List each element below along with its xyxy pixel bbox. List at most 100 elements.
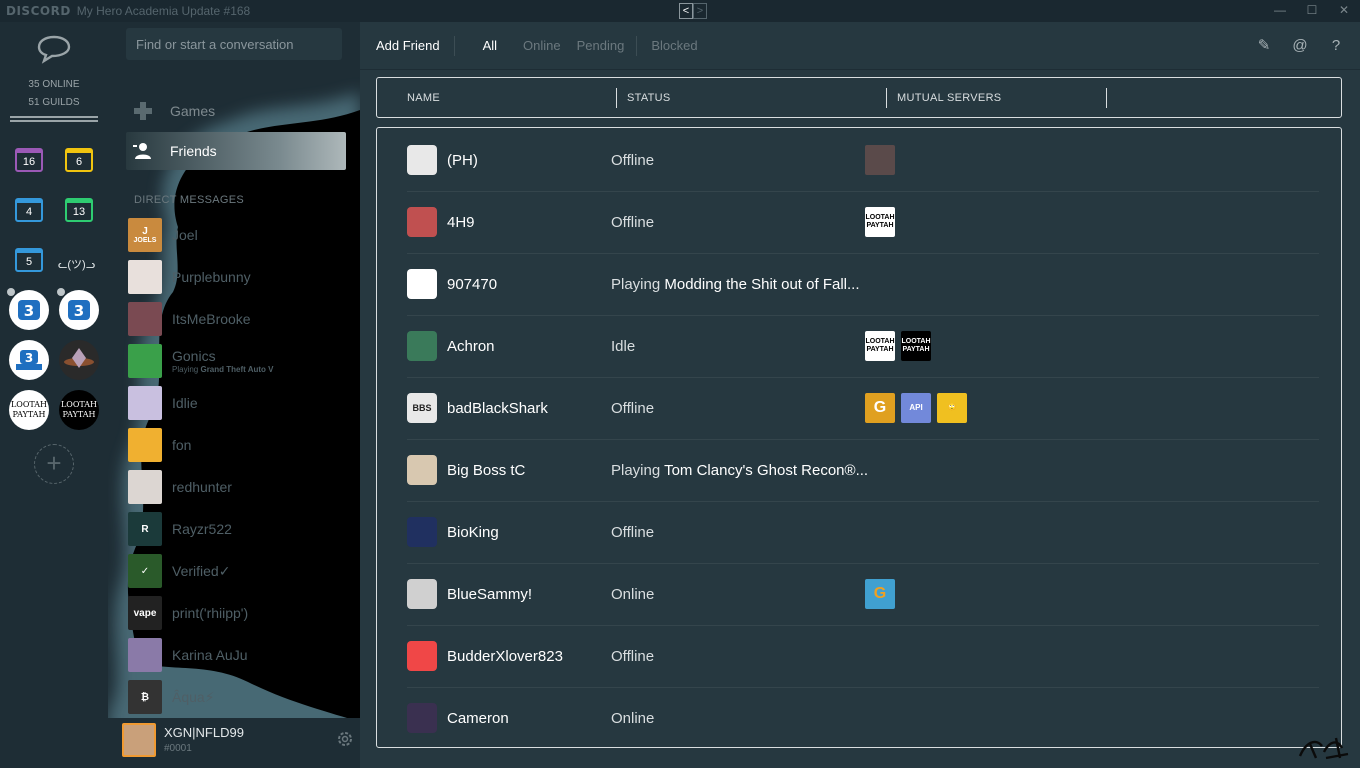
nav-games[interactable]: Games: [126, 92, 346, 130]
dm-avatar: [128, 344, 162, 378]
mutual-server-icon[interactable]: LOOTAH PAYTAH: [865, 331, 895, 361]
dm-item[interactable]: Karina AuJu: [128, 638, 348, 672]
guild-folder[interactable]: 16: [15, 148, 43, 172]
close-button[interactable]: ✕: [1328, 0, 1360, 20]
guild-folder[interactable]: 5: [15, 248, 43, 272]
friend-status-text: Playing: [611, 462, 665, 479]
friend-avatar[interactable]: [407, 145, 437, 175]
dm-item[interactable]: ₿ Âqua⚡: [128, 680, 348, 714]
dm-header: DIRECT MESSAGES: [134, 194, 245, 206]
minimize-button[interactable]: —: [1264, 0, 1296, 20]
mutual-server-icon[interactable]: 🙄: [937, 393, 967, 423]
mutual-server-icon[interactable]: G: [865, 579, 895, 609]
guild-icon-lootah-dark[interactable]: LOOTAH PAYTAH: [59, 390, 99, 430]
guild-rail: 35 ONLINE 51 GUILDS 16 6 4 13 5 ᓚ(ツ)ᓗ 3 …: [0, 22, 108, 768]
new-group-dm-icon[interactable]: ✎: [1254, 36, 1274, 54]
home-chat-icon[interactable]: [34, 32, 74, 66]
friend-avatar[interactable]: [407, 269, 437, 299]
column-mutual-servers[interactable]: MUTUAL SERVERS: [897, 92, 1001, 104]
dm-item[interactable]: redhunter: [128, 470, 348, 504]
friend-avatar[interactable]: [407, 331, 437, 361]
dm-avatar: ✓: [128, 554, 162, 588]
dm-item[interactable]: ✓ Verified✓: [128, 554, 348, 588]
back-arrow-button[interactable]: <: [679, 3, 693, 19]
friend-avatar[interactable]: [407, 517, 437, 547]
guild-folder[interactable]: 4: [15, 198, 43, 222]
mutual-server-icon[interactable]: LOOTAH PAYTAH: [865, 207, 895, 237]
mutual-server-icon[interactable]: API: [901, 393, 931, 423]
add-guild-button[interactable]: +: [34, 444, 74, 484]
column-status[interactable]: STATUS: [627, 92, 671, 104]
guild-icon-3d-stack[interactable]: 3: [9, 340, 49, 380]
friend-row[interactable]: Big Boss tC Playing Tom Clancy's Ghost Re…: [407, 440, 1319, 502]
dm-item[interactable]: Gonics Playing Grand Theft Auto V: [128, 344, 348, 378]
toolbar-icons: ✎ @ ?: [1254, 36, 1346, 55]
dm-text: Idlie: [172, 395, 198, 411]
dm-item[interactable]: vape print('rhiipp'): [128, 596, 348, 630]
dm-avatar-text: ✓: [140, 565, 150, 577]
guild-icon-lootah[interactable]: LOOTAH PAYTAH: [9, 390, 49, 430]
dm-item[interactable]: Purplebunny: [128, 260, 348, 294]
friend-avatar[interactable]: [407, 703, 437, 733]
friend-row[interactable]: 4H9 Offline LOOTAH PAYTAH: [407, 192, 1319, 254]
mentions-icon[interactable]: @: [1290, 37, 1310, 54]
nav-arrows: < >: [679, 3, 707, 19]
lenny-face-guild[interactable]: ᓚ(ツ)ᓗ: [58, 256, 95, 272]
dm-item[interactable]: R Rayzr522: [128, 512, 348, 546]
friend-game: Tom Clancy's Ghost Recon®...: [664, 462, 869, 479]
dm-avatar-text: vape: [133, 607, 157, 619]
forward-arrow-button[interactable]: >: [693, 3, 707, 19]
mutual-server-icon[interactable]: G: [865, 393, 895, 423]
friend-avatar[interactable]: [407, 207, 437, 237]
tab-online[interactable]: Online: [523, 36, 561, 56]
friend-row[interactable]: BlueSammy! Online G: [407, 564, 1319, 626]
friend-row[interactable]: BBS badBlackShark Offline G API 🙄: [407, 378, 1319, 440]
tab-all[interactable]: All: [483, 36, 497, 56]
column-name[interactable]: NAME: [407, 92, 440, 104]
mutual-server-icon[interactable]: [865, 145, 895, 175]
dm-text: ItsMeBrooke: [172, 311, 251, 327]
friend-row[interactable]: (PH) Offline: [407, 130, 1319, 192]
friend-row[interactable]: BioKing Offline: [407, 502, 1319, 564]
add-friend-button[interactable]: Add Friend: [376, 35, 455, 56]
friend-row[interactable]: Cameron Online: [407, 688, 1319, 747]
svg-text:3: 3: [74, 302, 84, 320]
friend-row[interactable]: 907470 Playing Modding the Shit out of Fa…: [407, 254, 1319, 316]
help-icon[interactable]: ?: [1326, 37, 1346, 54]
guild-icon-crystal[interactable]: [59, 340, 99, 380]
dm-item[interactable]: fon: [128, 428, 348, 462]
friend-status-text: Offline: [611, 152, 655, 169]
guild-icon-3d[interactable]: 3: [59, 290, 99, 330]
friend-status-text: Offline: [611, 214, 655, 231]
dm-text: print('rhiipp'): [172, 605, 248, 621]
friend-row[interactable]: BudderXlover823 Offline: [407, 626, 1319, 688]
lootah-text: LOOTAH: [60, 400, 98, 409]
maximize-button[interactable]: ☐: [1296, 0, 1328, 20]
guild-icon-3d[interactable]: 3: [9, 290, 49, 330]
friend-status: Online: [611, 710, 654, 727]
guild-folder[interactable]: 13: [65, 198, 93, 222]
nav-friends[interactable]: Friends: [126, 132, 346, 170]
friends-icon: [132, 140, 154, 162]
title-bar: DISCORD My Hero Academia Update #168 < >…: [0, 0, 1360, 22]
mutual-server-icon[interactable]: LOOTAH PAYTAH: [901, 331, 931, 361]
dm-text: Purplebunny: [172, 269, 251, 285]
guild-folder[interactable]: 6: [65, 148, 93, 172]
friend-name: BudderXlover823: [447, 648, 563, 665]
dm-item[interactable]: J JOELS Joel: [128, 218, 348, 252]
friend-avatar[interactable]: [407, 579, 437, 609]
tab-pending[interactable]: Pending: [577, 36, 625, 56]
dm-item[interactable]: ItsMeBrooke: [128, 302, 348, 336]
friend-avatar[interactable]: [407, 641, 437, 671]
user-avatar[interactable]: [122, 723, 156, 757]
friend-avatar[interactable]: BBS: [407, 393, 437, 423]
gear-icon[interactable]: [336, 730, 356, 750]
tab-blocked[interactable]: Blocked: [636, 35, 698, 56]
friend-name: (PH): [447, 152, 478, 169]
friend-avatar[interactable]: [407, 455, 437, 485]
search-input[interactable]: Find or start a conversation: [126, 28, 342, 60]
dm-avatar-text: J: [142, 226, 148, 237]
dm-item[interactable]: Idlie: [128, 386, 348, 420]
friend-status: Offline: [611, 152, 654, 169]
friend-row[interactable]: Achron Idle LOOTAH PAYTAH LOOTAH PAYTAH: [407, 316, 1319, 378]
